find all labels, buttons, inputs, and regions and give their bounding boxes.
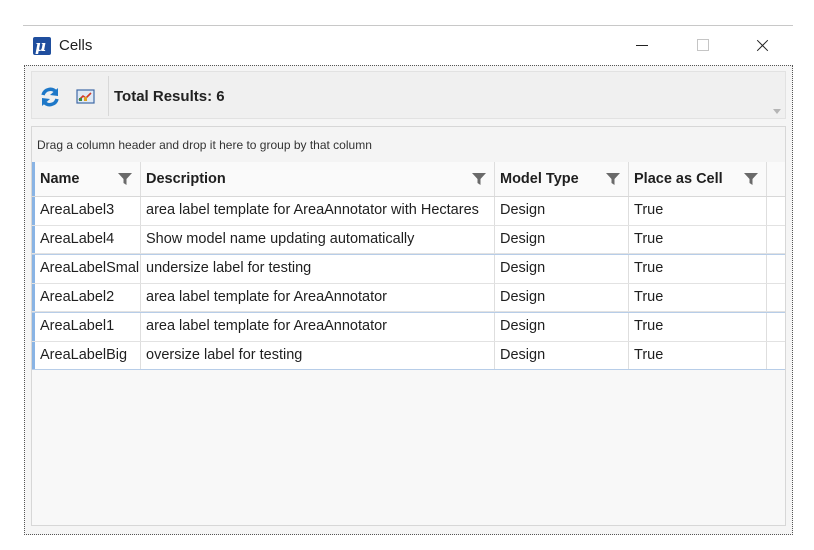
row-spacer [767,197,785,225]
filter-icon[interactable] [472,172,486,186]
filter-icon[interactable] [606,172,620,186]
window-title: Cells [59,37,93,54]
title-bar: μ Cells [23,26,793,64]
group-by-hint: Drag a column header and drop it here to… [37,138,372,152]
column-header-label: Place as Cell [634,171,723,187]
filter-icon[interactable] [118,172,132,186]
cell-description[interactable]: undersize label for testing [141,255,495,283]
cell-place-as-cell[interactable]: True [629,225,767,253]
row-spacer [767,255,785,283]
table-row[interactable]: AreaLabelBig oversize label for testing … [32,341,785,370]
cell-model-type[interactable]: Design [495,313,629,341]
column-header-place-as-cell[interactable]: Place as Cell [629,162,767,196]
total-results-label: Total Results: 6 [114,88,225,105]
cell-place-as-cell[interactable]: True [629,313,767,341]
column-header-description[interactable]: Description [141,162,495,196]
cell-description[interactable]: area label template for AreaAnnotator wi… [141,197,495,225]
cell-model-type[interactable]: Design [495,197,629,225]
table-row[interactable]: AreaLabel3 area label template for AreaA… [32,197,785,226]
minimize-button[interactable] [619,26,665,64]
maximize-button[interactable] [679,26,725,64]
content-pane: Total Results: 6 Drag a column header an… [24,65,793,535]
cell-model-type[interactable]: Design [495,341,629,369]
cell-description[interactable]: area label template for AreaAnnotator [141,313,495,341]
cell-name[interactable]: AreaLabel3 [32,197,141,225]
toolbar: Total Results: 6 [31,71,786,119]
cell-description[interactable]: area label template for AreaAnnotator [141,283,495,311]
cell-model-type[interactable]: Design [495,255,629,283]
toolbar-overflow-icon[interactable] [773,109,781,114]
table-row[interactable]: AreaLabelSmall undersize label for testi… [32,254,785,284]
cell-description[interactable]: Show model name updating automatically [141,225,495,253]
row-spacer [767,226,785,254]
row-spacer [767,284,785,312]
app-icon-letter: μ [35,37,46,55]
cell-place-as-cell[interactable]: True [629,283,767,311]
cell-place-as-cell[interactable]: True [629,255,767,283]
group-by-panel[interactable]: Drag a column header and drop it here to… [32,127,785,163]
column-header-label: Name [40,171,80,187]
cell-name[interactable]: AreaLabel2 [32,283,141,311]
cell-name[interactable]: AreaLabel1 [32,313,141,341]
column-header-label: Description [146,171,226,187]
header-spacer [767,162,785,196]
close-button[interactable] [739,26,785,64]
cell-model-type[interactable]: Design [495,225,629,253]
cell-name[interactable]: AreaLabelSmall [32,255,141,283]
microstation-app-icon: μ [33,37,51,55]
column-header-label: Model Type [500,171,579,187]
table-row[interactable]: AreaLabel4 Show model name updating auto… [32,225,785,254]
cell-place-as-cell[interactable]: True [629,197,767,225]
cell-model-type[interactable]: Design [495,283,629,311]
column-header-model-type[interactable]: Model Type [495,162,629,196]
results-grid: Drag a column header and drop it here to… [31,126,786,526]
cell-place-as-cell[interactable]: True [629,341,767,369]
row-spacer [767,342,785,370]
export-to-image-icon[interactable] [75,86,97,108]
header-row: Name Description Model Type Place as Cel… [32,162,785,197]
toolbar-separator [108,76,109,116]
refresh-icon[interactable] [39,86,61,108]
column-header-name[interactable]: Name [32,162,141,196]
table-row[interactable]: AreaLabel1 area label template for AreaA… [32,312,785,342]
cell-name[interactable]: AreaLabel4 [32,225,141,253]
cell-name[interactable]: AreaLabelBig [32,341,141,369]
data-table: Name Description Model Type Place as Cel… [32,162,785,370]
row-spacer [767,313,785,341]
cell-description[interactable]: oversize label for testing [141,341,495,369]
cells-window: μ Cells Total Results: 6 Drag a column h… [23,25,793,536]
table-row[interactable]: AreaLabel2 area label template for AreaA… [32,283,785,312]
filter-icon[interactable] [744,172,758,186]
